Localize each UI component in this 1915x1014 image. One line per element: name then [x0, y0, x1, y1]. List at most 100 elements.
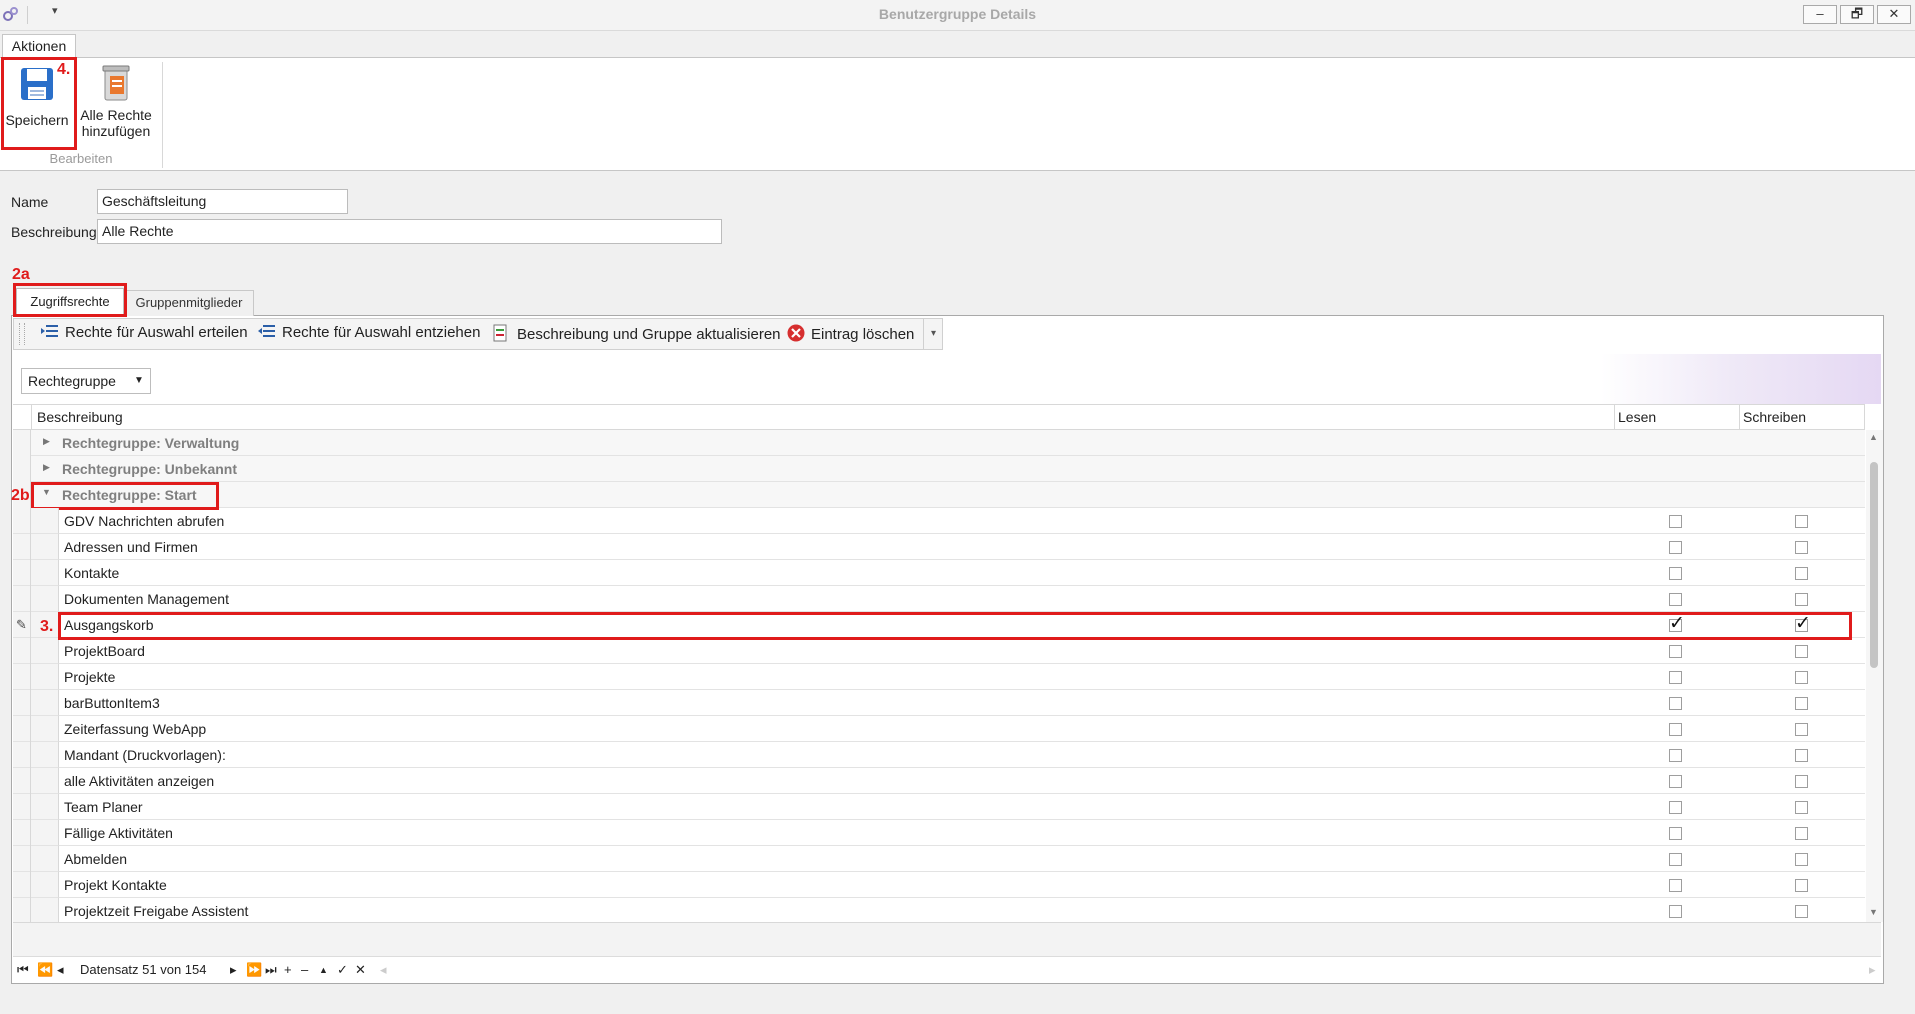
lesen-checkbox[interactable]: [1669, 853, 1682, 866]
scroll-down-icon[interactable]: ▼: [1869, 907, 1878, 917]
schreiben-checkbox[interactable]: [1795, 671, 1808, 684]
rechte-erteilen-button[interactable]: Rechte für Auswahl erteilen: [41, 324, 248, 341]
lesen-checkbox[interactable]: [1669, 593, 1682, 606]
hscroll-right-icon[interactable]: ▸: [1869, 962, 1876, 978]
lesen-checkbox[interactable]: [1669, 879, 1682, 892]
toolbar-overflow-icon[interactable]: ▾: [923, 319, 943, 349]
lesen-checkbox[interactable]: [1669, 723, 1682, 736]
restore-button[interactable]: 🗗: [1840, 5, 1874, 24]
beschreibung-aktualisieren-button[interactable]: Beschreibung und Gruppe aktualisieren: [493, 324, 781, 343]
table-row[interactable]: [13, 638, 1865, 664]
beschreibung-aktualisieren-label: Beschreibung und Gruppe aktualisieren: [517, 326, 781, 343]
lesen-checkbox[interactable]: [1669, 541, 1682, 554]
schreiben-checkbox[interactable]: [1795, 697, 1808, 710]
alle-rechte-hinzufuegen-button[interactable]: Alle Rechte hinzufügen: [76, 62, 156, 142]
schreiben-checkbox[interactable]: [1795, 541, 1808, 554]
schreiben-checkbox[interactable]: [1795, 879, 1808, 892]
row-beschreibung: GDV Nachrichten abrufen: [64, 513, 225, 529]
lesen-checkbox[interactable]: [1669, 827, 1682, 840]
schreiben-checkbox[interactable]: [1795, 905, 1808, 918]
minimize-button[interactable]: –: [1803, 5, 1837, 24]
hscroll-left-icon[interactable]: ◂: [380, 962, 387, 978]
rechte-entziehen-button[interactable]: Rechte für Auswahl entziehen: [258, 324, 480, 341]
table-row[interactable]: [13, 872, 1865, 898]
nav-first-icon[interactable]: ⏮: [17, 962, 29, 978]
eintrag-loeschen-button[interactable]: Eintrag löschen: [787, 324, 914, 343]
nav-prev-icon[interactable]: ◂: [57, 962, 64, 978]
lesen-checkbox[interactable]: [1669, 515, 1682, 528]
nav-record-text: Datensatz 51 von 154: [80, 962, 207, 977]
lesen-checkbox[interactable]: [1669, 645, 1682, 658]
column-header-lesen[interactable]: Lesen: [1618, 409, 1656, 425]
schreiben-checkbox[interactable]: [1795, 853, 1808, 866]
table-row[interactable]: [13, 768, 1865, 794]
row-indicator-divider: [13, 586, 31, 612]
ribbon-group-label: Bearbeiten: [49, 151, 113, 166]
table-row[interactable]: [13, 846, 1865, 872]
table-row[interactable]: [13, 586, 1865, 612]
nav-cancel-icon[interactable]: ✕: [355, 962, 366, 978]
schreiben-checkbox[interactable]: [1795, 723, 1808, 736]
table-row[interactable]: [13, 898, 1865, 924]
toolbar-grip[interactable]: [19, 323, 25, 345]
column-header-schreiben[interactable]: Schreiben: [1743, 409, 1806, 425]
beschreibung-field[interactable]: Alle Rechte: [97, 219, 722, 244]
lesen-checkbox[interactable]: [1669, 905, 1682, 918]
group-row-start[interactable]: [13, 482, 1865, 508]
lesen-checkbox[interactable]: [1669, 567, 1682, 580]
nav-accept-icon[interactable]: ✓: [337, 962, 348, 978]
lesen-checkbox[interactable]: [1669, 775, 1682, 788]
table-row[interactable]: [13, 716, 1865, 742]
lesen-checkbox[interactable]: [1669, 671, 1682, 684]
schreiben-checkbox[interactable]: [1795, 749, 1808, 762]
schreiben-checkbox[interactable]: [1795, 515, 1808, 528]
table-row[interactable]: [13, 508, 1865, 534]
table-row[interactable]: [13, 560, 1865, 586]
ribbon-panel: [0, 57, 1915, 171]
eintrag-loeschen-label: Eintrag löschen: [811, 326, 915, 343]
table-row[interactable]: [13, 794, 1865, 820]
schreiben-checkbox[interactable]: [1795, 801, 1808, 814]
row-indicator-divider: [13, 664, 31, 690]
close-button[interactable]: ✕: [1877, 5, 1911, 24]
schreiben-checkbox[interactable]: [1795, 775, 1808, 788]
nav-next-page-icon[interactable]: ⏩: [246, 962, 262, 978]
row-beschreibung: Adressen und Firmen: [64, 539, 198, 555]
ribbon-tab-aktionen[interactable]: Aktionen: [2, 34, 76, 58]
row-indicator-divider: [13, 638, 31, 664]
scroll-up-icon[interactable]: ▲: [1869, 432, 1878, 442]
nav-next-icon[interactable]: ▸: [230, 962, 237, 978]
nav-add-icon[interactable]: +: [284, 962, 292, 977]
column-header-beschreibung[interactable]: Beschreibung: [37, 409, 123, 425]
table-row[interactable]: [13, 820, 1865, 846]
row-indicator-divider: [13, 768, 31, 794]
group-row-unbekannt[interactable]: [13, 456, 1865, 482]
nav-remove-icon[interactable]: –: [301, 962, 308, 977]
chevron-down-icon: ▼: [134, 375, 144, 386]
expand-icon[interactable]: ▶: [43, 462, 50, 473]
row-indicator-divider: [13, 872, 31, 898]
table-row[interactable]: [13, 664, 1865, 690]
group-by-rechtegruppe-button[interactable]: Rechtegruppe ▼: [21, 368, 151, 394]
header-separator: [1614, 404, 1615, 430]
lesen-checkbox[interactable]: [1669, 697, 1682, 710]
schreiben-checkbox[interactable]: [1795, 645, 1808, 658]
scrollbar-thumb[interactable]: [1870, 462, 1878, 668]
table-row[interactable]: [13, 742, 1865, 768]
nav-prev-page-icon[interactable]: ⏪: [37, 962, 53, 978]
tab-gruppenmitglieder[interactable]: Gruppenmitglieder: [124, 290, 254, 316]
nav-up-icon[interactable]: ▲: [319, 965, 328, 975]
schreiben-checkbox[interactable]: [1795, 567, 1808, 580]
grid-header: [13, 404, 1865, 430]
group-row-verwaltung[interactable]: [13, 430, 1865, 456]
schreiben-checkbox[interactable]: [1795, 827, 1808, 840]
lesen-checkbox[interactable]: [1669, 801, 1682, 814]
table-row[interactable]: [13, 690, 1865, 716]
row-indicator-divider: [13, 794, 31, 820]
nav-last-icon[interactable]: ⏭: [265, 962, 277, 978]
name-field[interactable]: Geschäftsleitung: [97, 189, 348, 214]
lesen-checkbox[interactable]: [1669, 749, 1682, 762]
schreiben-checkbox[interactable]: [1795, 593, 1808, 606]
expand-icon[interactable]: ▶: [43, 436, 50, 447]
table-row[interactable]: [13, 534, 1865, 560]
